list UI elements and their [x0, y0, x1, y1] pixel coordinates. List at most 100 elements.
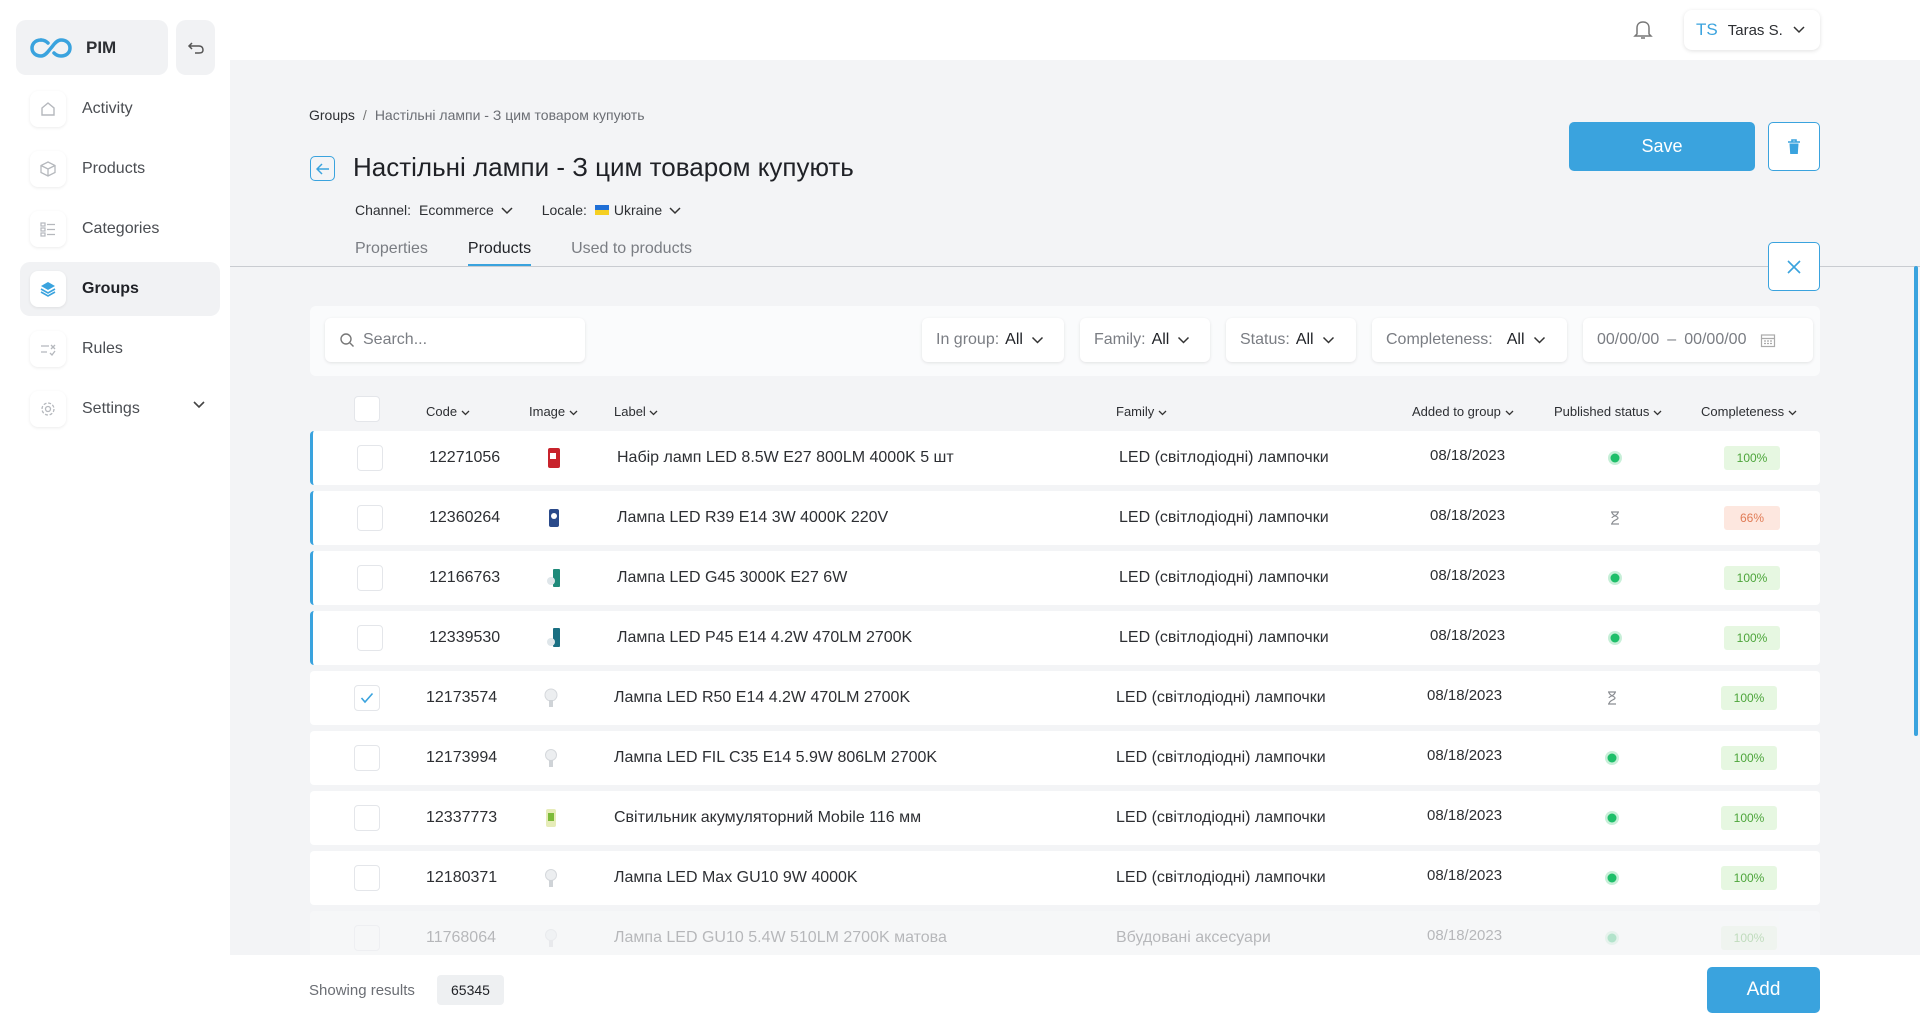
row-checkbox[interactable]	[357, 565, 383, 591]
column-family[interactable]: Family	[1116, 404, 1167, 419]
completeness-filter[interactable]: Completeness: All	[1372, 318, 1567, 362]
search-input[interactable]	[363, 331, 563, 349]
published-status-icon	[1605, 871, 1619, 885]
row-added-date: 08/18/2023	[1427, 927, 1503, 944]
row-checkbox[interactable]	[354, 685, 380, 711]
breadcrumb-current: Настільні лампи - З цим товаром купують	[374, 107, 645, 123]
infinity-logo-icon	[30, 37, 72, 58]
hourglass-icon	[1608, 691, 1616, 705]
user-menu[interactable]: TS Taras S.	[1684, 10, 1820, 50]
logo[interactable]: PIM	[16, 20, 168, 75]
row-checkbox[interactable]	[357, 445, 383, 471]
close-panel-button[interactable]	[1768, 242, 1820, 291]
row-checkbox[interactable]	[354, 745, 380, 771]
sidebar-item-products[interactable]: Products	[20, 142, 220, 196]
row-label: Лампа LED P45 E14 4.2W 470LM 2700K	[617, 629, 913, 646]
trash-icon	[1788, 138, 1800, 154]
scrollbar[interactable]	[1914, 266, 1918, 736]
column-published-status[interactable]: Published status	[1554, 404, 1662, 419]
row-label: Лампа LED R39 E14 3W 4000K 220V	[617, 509, 889, 526]
column-label-header[interactable]: Label	[614, 404, 658, 419]
date-from: 00/00/00	[1597, 331, 1660, 348]
row-label: Лампа LED GU10 5.4W 510LM 2700K матова	[614, 929, 947, 946]
save-button[interactable]: Save	[1569, 122, 1755, 171]
bell-icon[interactable]	[1630, 16, 1656, 42]
tab-products[interactable]: Products	[467, 240, 532, 266]
table-body: 12271056 Набір ламп LED 8.5W E27 800LM 4…	[310, 431, 1820, 957]
list-icon	[30, 211, 66, 247]
chevron-down-icon	[461, 410, 470, 416]
row-checkbox[interactable]	[354, 925, 380, 951]
row-checkbox[interactable]	[357, 505, 383, 531]
product-thumbnail	[544, 688, 558, 707]
column-image[interactable]: Image	[529, 404, 578, 419]
product-thumbnail	[549, 509, 559, 527]
chevron-down-icon[interactable]	[500, 206, 514, 215]
table-row[interactable]: 12339530 Лампа LED P45 E14 4.2W 470LM 27…	[310, 611, 1820, 665]
table-row[interactable]: 12166763 Лампа LED G45 3000K E27 6W LED …	[310, 551, 1820, 605]
status-filter[interactable]: Status: All	[1226, 318, 1356, 362]
column-added-to-group[interactable]: Added to group	[1412, 404, 1514, 419]
breadcrumb-root[interactable]: Groups	[309, 107, 355, 123]
row-added-date: 08/18/2023	[1427, 867, 1503, 884]
table-row[interactable]: 12173994 Лампа LED FIL C35 E14 5.9W 806L…	[310, 731, 1820, 785]
avatar: TS	[1696, 20, 1718, 39]
back-button[interactable]	[310, 156, 335, 181]
family-filter[interactable]: Family: All	[1080, 318, 1210, 362]
sidebar-item-settings[interactable]: Settings	[20, 382, 220, 436]
chevron-down-icon[interactable]	[668, 206, 682, 215]
column-code[interactable]: Code	[426, 404, 470, 419]
layers-icon	[30, 271, 66, 307]
completeness-badge: 100%	[1721, 686, 1777, 710]
sidebar-item-groups[interactable]: Groups	[20, 262, 220, 316]
filter-value: All	[1151, 331, 1170, 348]
filter-label: Status:	[1240, 331, 1290, 348]
sidebar-item-label: Groups	[82, 280, 139, 297]
table-row[interactable]: 12337773 Світильник акумуляторний Mobile…	[310, 791, 1820, 845]
row-code: 11768064	[426, 929, 496, 946]
table-header: Code Image Label Family Added to group P…	[310, 396, 1820, 426]
published-status-icon	[1605, 811, 1619, 825]
row-checkbox[interactable]	[354, 805, 380, 831]
showing-results-label: Showing results	[309, 982, 415, 999]
row-family: Вбудовані аксесуари	[1116, 929, 1271, 946]
table-row[interactable]: 12173574 Лампа LED R50 E14 4.2W 470LM 27…	[310, 671, 1820, 725]
app-name: PIM	[86, 37, 117, 57]
home-icon	[30, 91, 66, 127]
sidebar-nav: Activity Products Categories Groups Rule…	[20, 82, 220, 442]
sidebar-item-categories[interactable]: Categories	[20, 202, 220, 256]
tab-used-to-products[interactable]: Used to products	[571, 240, 692, 266]
add-button[interactable]: Add	[1707, 967, 1820, 1013]
column-completeness[interactable]: Completeness	[1701, 404, 1797, 419]
row-code: 12271056	[429, 449, 501, 466]
chevron-down-icon	[1793, 26, 1805, 34]
chevron-down-icon	[1653, 410, 1662, 416]
table-row[interactable]: 12180371 Лампа LED Max GU10 9W 4000K LED…	[310, 851, 1820, 905]
row-added-date: 08/18/2023	[1427, 687, 1503, 704]
chevron-down-icon	[1505, 410, 1513, 416]
select-all-checkbox[interactable]	[354, 396, 380, 422]
channel-select[interactable]: Ecommerce	[419, 202, 494, 218]
table-row[interactable]: 12360264 Лампа LED R39 E14 3W 4000K 220V…	[310, 491, 1820, 545]
column-label: Added to group	[1412, 404, 1501, 419]
completeness-badge: 100%	[1721, 806, 1777, 830]
row-checkbox[interactable]	[354, 865, 380, 891]
locale-select[interactable]: Ukraine	[614, 202, 662, 218]
row-label: Лампа LED Max GU10 9W 4000K	[614, 869, 858, 886]
date-range-filter[interactable]: 00/00/00 – 00/00/00	[1583, 318, 1813, 362]
sidebar-item-activity[interactable]: Activity	[20, 82, 220, 136]
row-added-date: 08/18/2023	[1430, 447, 1506, 464]
in-group-filter[interactable]: In group: All	[922, 318, 1064, 362]
sidebar-item-label: Activity	[82, 100, 133, 117]
collapse-sidebar-button[interactable]	[176, 20, 215, 75]
row-code: 12337773	[426, 809, 498, 826]
undo-arrow-icon	[187, 41, 204, 54]
table-row[interactable]: 12271056 Набір ламп LED 8.5W E27 800LM 4…	[310, 431, 1820, 485]
chevron-down-icon[interactable]	[192, 400, 206, 410]
chevron-down-icon	[1322, 336, 1334, 344]
delete-button[interactable]	[1768, 122, 1820, 171]
sidebar-item-rules[interactable]: Rules	[20, 322, 220, 376]
table-row[interactable]: 11768064 Лампа LED GU10 5.4W 510LM 2700K…	[310, 911, 1820, 957]
tab-properties[interactable]: Properties	[355, 240, 428, 266]
row-checkbox[interactable]	[357, 625, 383, 651]
